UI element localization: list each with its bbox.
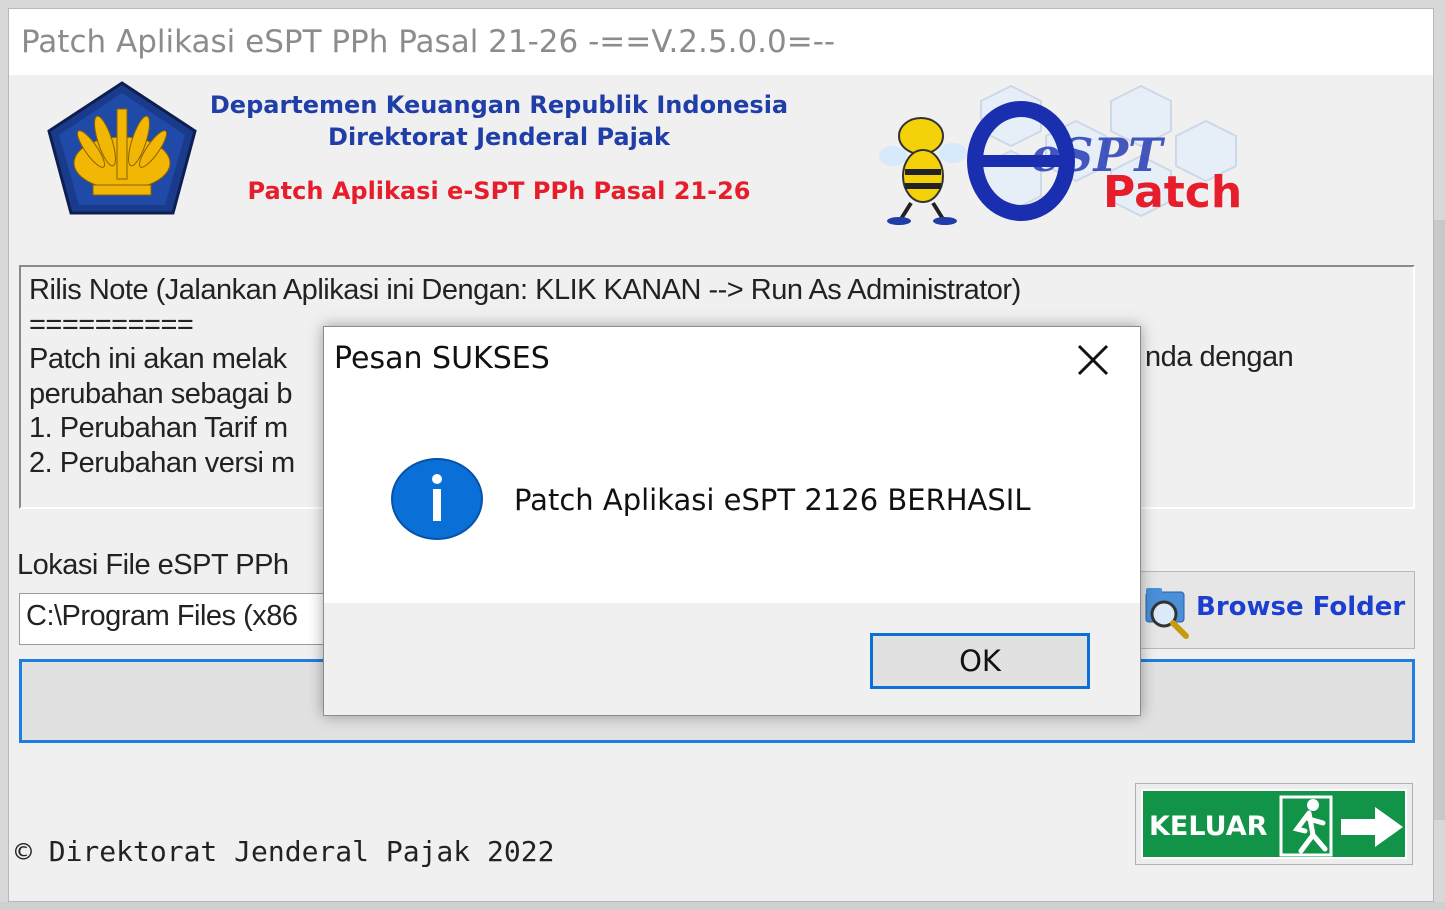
- ok-button[interactable]: OK: [870, 633, 1090, 689]
- ok-button-label: OK: [959, 644, 1001, 678]
- folder-search-icon: [1145, 588, 1189, 639]
- keluar-button[interactable]: KELUAR: [1135, 783, 1413, 865]
- keluar-label: KELUAR: [1149, 811, 1268, 842]
- dialog-message: Patch Aplikasi eSPT 2126 BERHASIL: [514, 483, 1031, 517]
- close-icon[interactable]: [1068, 335, 1118, 385]
- notes-right-fragment: nda dengan: [1145, 341, 1294, 373]
- patch-logo-text: Patch: [1103, 167, 1242, 218]
- success-dialog: Pesan SUKSES Patch Aplikasi eSPT 2126 BE…: [323, 326, 1141, 716]
- dialog-button-bar: OK: [324, 603, 1140, 715]
- header-directorate: Direktorat Jenderal Pajak: [328, 123, 670, 151]
- location-label: Lokasi File eSPT PPh: [17, 549, 289, 581]
- browse-folder-button[interactable]: Browse Folder: [1137, 571, 1415, 649]
- espt-patch-logo: eSPT Patch: [879, 84, 1242, 225]
- info-icon: [391, 458, 483, 540]
- header-ministry: Departemen Keuangan Republik Indonesia: [209, 91, 789, 119]
- window-title: Patch Aplikasi eSPT PPh Pasal 21-26 -==V…: [21, 24, 836, 60]
- title-bar: Patch Aplikasi eSPT PPh Pasal 21-26 -==V…: [9, 9, 1433, 75]
- footer-copyright: © Direktorat Jenderal Pajak 2022: [15, 835, 555, 868]
- background-window-bottom: [0, 902, 1445, 910]
- header-app-title: Patch Aplikasi e-SPT PPh Pasal 21-26: [247, 177, 751, 205]
- background-window-edge: [1434, 220, 1445, 820]
- browse-folder-label: Browse Folder: [1196, 592, 1406, 622]
- exit-runner-icon: [1279, 795, 1403, 857]
- dialog-title: Pesan SUKSES: [334, 341, 550, 376]
- notes-line-1: Rilis Note (Jalankan Aplikasi ini Dengan…: [29, 274, 1021, 306]
